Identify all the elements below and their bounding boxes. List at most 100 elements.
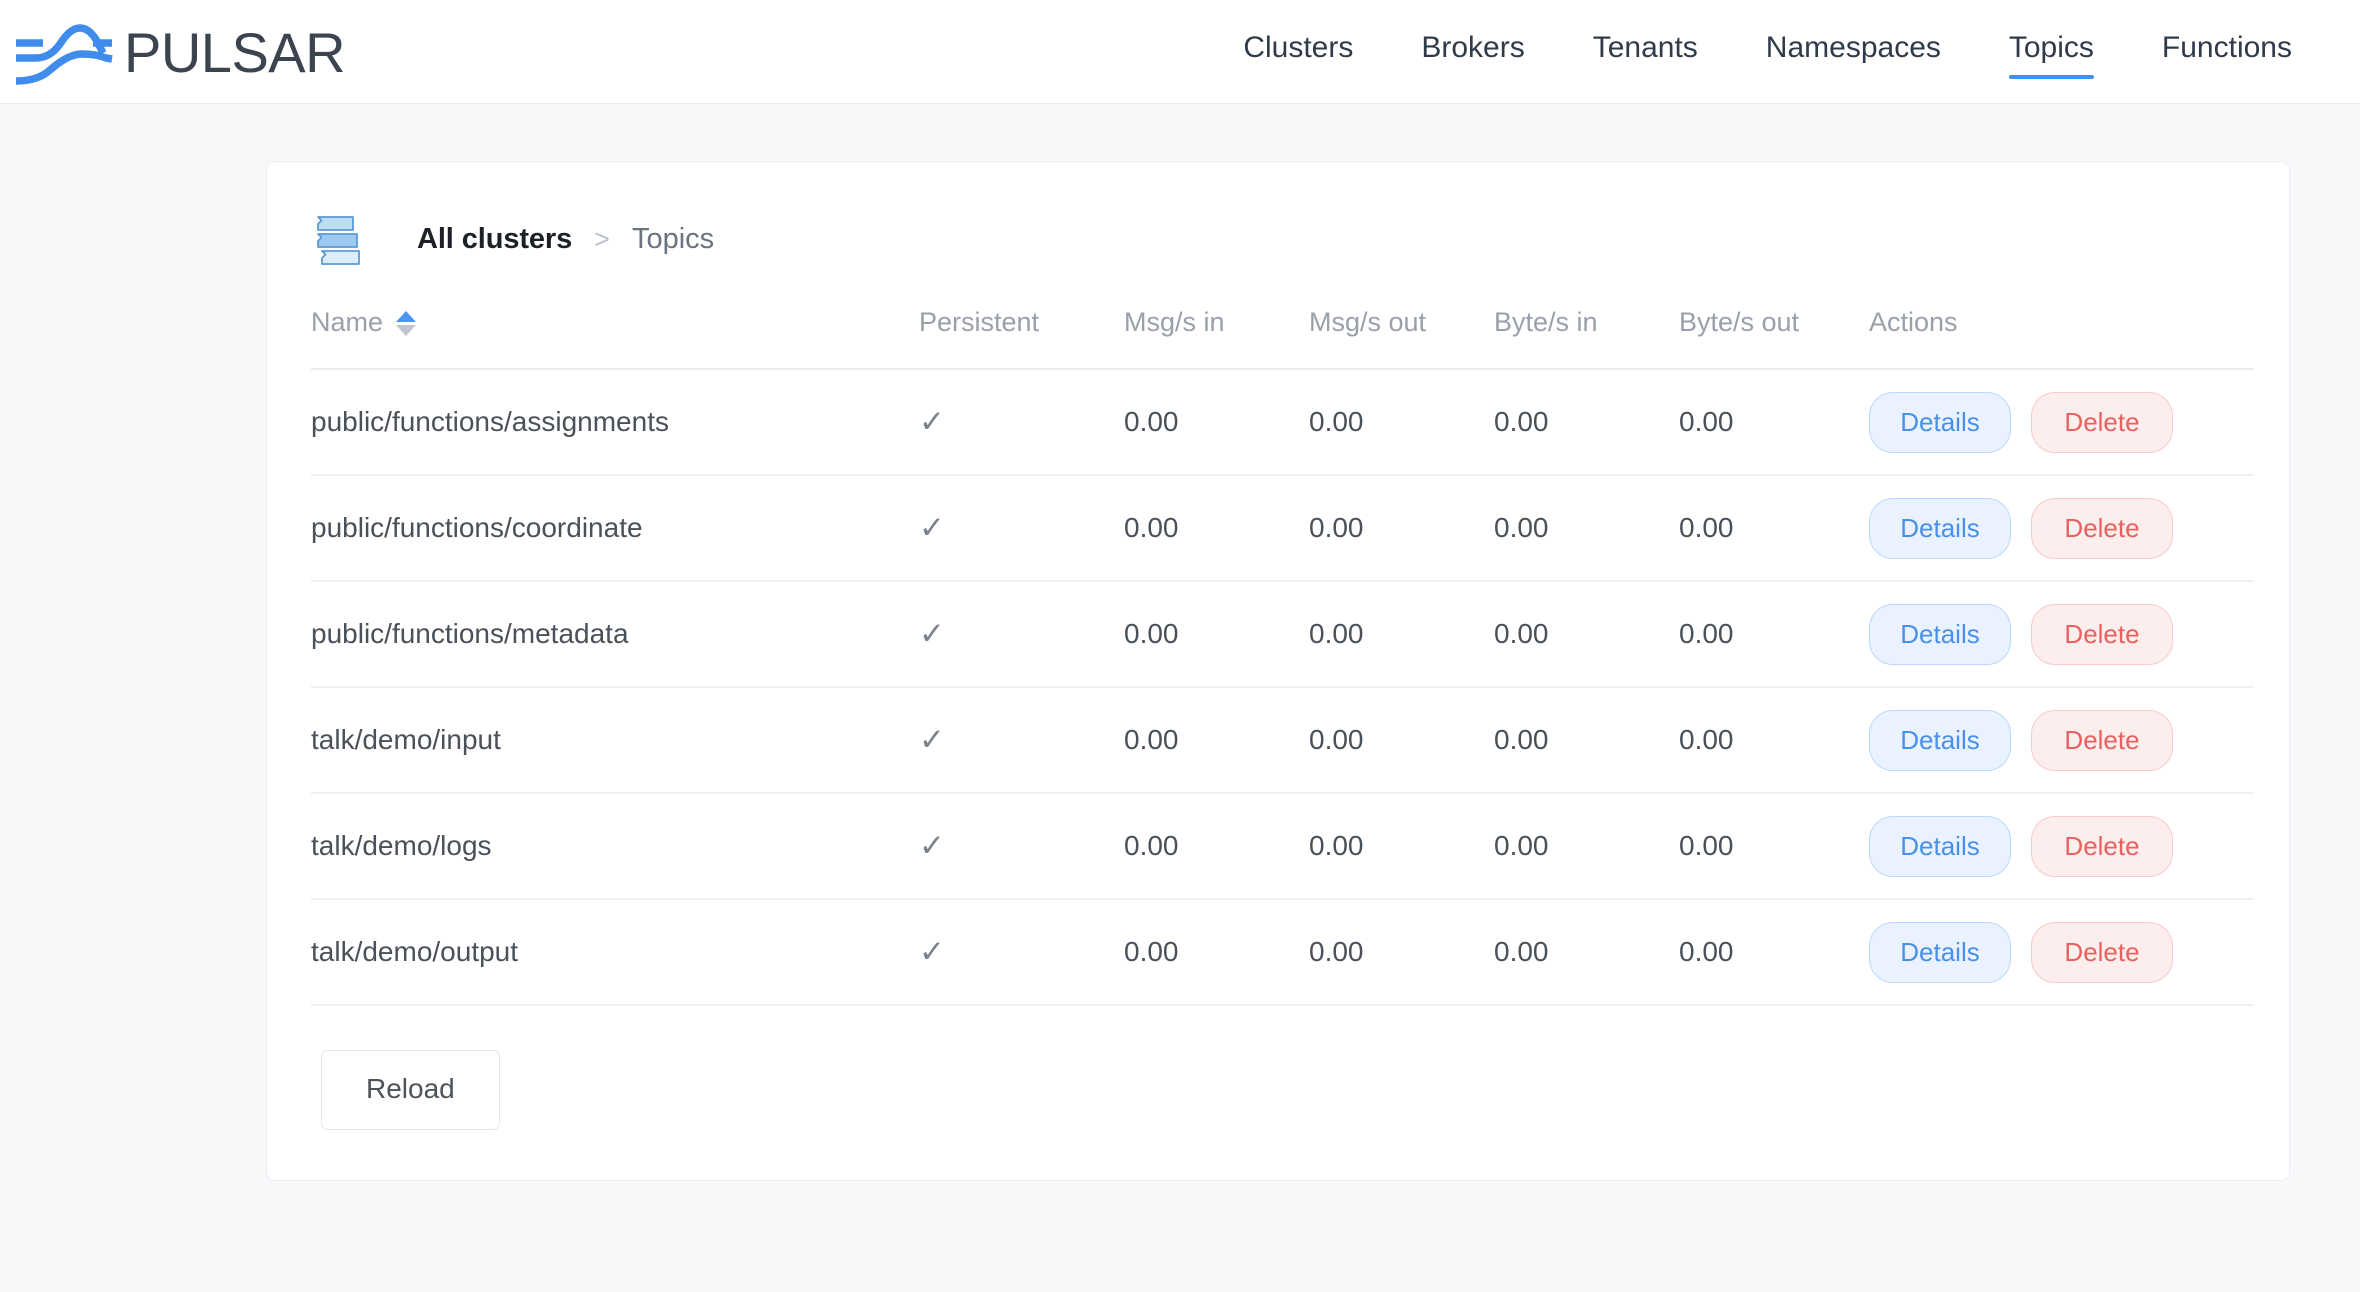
details-button[interactable]: Details xyxy=(1869,604,2011,665)
cell-actions: Details Delete xyxy=(1869,475,2253,581)
column-header-actions: Actions xyxy=(1869,307,2253,369)
details-button[interactable]: Details xyxy=(1869,392,2011,453)
column-header-msg-in: Msg/s in xyxy=(1124,307,1309,369)
cell-actions: Details Delete xyxy=(1869,369,2253,475)
check-icon: ✓ xyxy=(919,616,945,651)
check-icon: ✓ xyxy=(919,722,945,757)
breadcrumb-current: Topics xyxy=(632,223,714,256)
table-body: public/functions/assignments✓0.000.000.0… xyxy=(311,369,2253,1005)
nav-item-brokers[interactable]: Brokers xyxy=(1387,25,1558,79)
cell-msg-in: 0.00 xyxy=(1124,899,1309,1005)
topics-stack-icon xyxy=(313,208,375,270)
cell-msg-in: 0.00 xyxy=(1124,793,1309,899)
cell-topic-name: talk/demo/logs xyxy=(311,793,919,899)
cell-msg-out: 0.00 xyxy=(1309,793,1494,899)
pulsar-wave-logo-icon xyxy=(10,12,118,92)
sort-ascending-icon xyxy=(396,311,416,322)
nav-item-functions[interactable]: Functions xyxy=(2128,25,2326,79)
cell-persistent: ✓ xyxy=(919,475,1124,581)
nav-item-topics[interactable]: Topics xyxy=(1975,25,2128,79)
cell-byte-in: 0.00 xyxy=(1494,687,1679,793)
cell-byte-out: 0.00 xyxy=(1679,793,1869,899)
cell-byte-out: 0.00 xyxy=(1679,581,1869,687)
brand-name: PULSAR xyxy=(124,25,345,81)
cell-msg-out: 0.00 xyxy=(1309,687,1494,793)
cell-persistent: ✓ xyxy=(919,581,1124,687)
check-icon: ✓ xyxy=(919,510,945,545)
cell-msg-out: 0.00 xyxy=(1309,899,1494,1005)
column-header-byte-out: Byte/s out xyxy=(1679,307,1869,369)
cell-msg-in: 0.00 xyxy=(1124,369,1309,475)
column-header-persistent: Persistent xyxy=(919,307,1124,369)
cell-topic-name: talk/demo/output xyxy=(311,899,919,1005)
delete-button[interactable]: Delete xyxy=(2031,710,2173,771)
table-row: public/functions/assignments✓0.000.000.0… xyxy=(311,369,2253,475)
cell-persistent: ✓ xyxy=(919,369,1124,475)
cell-byte-out: 0.00 xyxy=(1679,369,1869,475)
nav-item-namespaces[interactable]: Namespaces xyxy=(1732,25,1975,79)
cell-msg-out: 0.00 xyxy=(1309,369,1494,475)
delete-button[interactable]: Delete xyxy=(2031,604,2173,665)
nav-item-clusters[interactable]: Clusters xyxy=(1209,25,1387,79)
delete-button[interactable]: Delete xyxy=(2031,922,2173,983)
details-button[interactable]: Details xyxy=(1869,922,2011,983)
column-header-byte-in: Byte/s in xyxy=(1494,307,1679,369)
check-icon: ✓ xyxy=(919,934,945,969)
cell-topic-name: public/functions/coordinate xyxy=(311,475,919,581)
details-button[interactable]: Details xyxy=(1869,498,2011,559)
table-header: Name Persistent Msg/s in Msg/s out Byte/… xyxy=(311,307,2253,369)
nav-item-tenants[interactable]: Tenants xyxy=(1559,25,1732,79)
table-row: public/functions/coordinate✓0.000.000.00… xyxy=(311,475,2253,581)
topics-table: Name Persistent Msg/s in Msg/s out Byte/… xyxy=(311,307,2253,1006)
table-row: public/functions/metadata✓0.000.000.000.… xyxy=(311,581,2253,687)
topics-card: All clusters > Topics Name xyxy=(266,161,2290,1181)
cell-byte-out: 0.00 xyxy=(1679,899,1869,1005)
cell-msg-in: 0.00 xyxy=(1124,687,1309,793)
breadcrumb-separator: > xyxy=(594,224,610,255)
sort-arrows-icon[interactable] xyxy=(396,311,416,336)
cell-topic-name: public/functions/metadata xyxy=(311,581,919,687)
breadcrumb: All clusters > Topics xyxy=(311,208,2245,270)
details-button[interactable]: Details xyxy=(1869,816,2011,877)
table-header-row: Name Persistent Msg/s in Msg/s out Byte/… xyxy=(311,307,2253,369)
main-navigation: Clusters Brokers Tenants Namespaces Topi… xyxy=(1209,25,2336,79)
cell-byte-out: 0.00 xyxy=(1679,475,1869,581)
cell-msg-in: 0.00 xyxy=(1124,581,1309,687)
check-icon: ✓ xyxy=(919,828,945,863)
cell-topic-name: talk/demo/input xyxy=(311,687,919,793)
table-row: talk/demo/input✓0.000.000.000.00DetailsD… xyxy=(311,687,2253,793)
cell-topic-name: public/functions/assignments xyxy=(311,369,919,475)
cell-msg-in: 0.00 xyxy=(1124,475,1309,581)
reload-button[interactable]: Reload xyxy=(321,1050,500,1130)
cell-msg-out: 0.00 xyxy=(1309,581,1494,687)
cell-persistent: ✓ xyxy=(919,793,1124,899)
app-header: PULSAR Clusters Brokers Tenants Namespac… xyxy=(0,0,2360,104)
column-header-name-label: Name xyxy=(311,307,383,338)
cell-byte-in: 0.00 xyxy=(1494,369,1679,475)
delete-button[interactable]: Delete xyxy=(2031,498,2173,559)
check-icon: ✓ xyxy=(919,404,945,439)
cell-msg-out: 0.00 xyxy=(1309,475,1494,581)
cell-persistent: ✓ xyxy=(919,899,1124,1005)
cell-actions: Details Delete xyxy=(1869,793,2253,899)
brand[interactable]: PULSAR xyxy=(10,12,345,92)
cell-byte-in: 0.00 xyxy=(1494,581,1679,687)
breadcrumb-root[interactable]: All clusters xyxy=(417,223,572,256)
cell-byte-in: 0.00 xyxy=(1494,793,1679,899)
cell-byte-out: 0.00 xyxy=(1679,687,1869,793)
sort-descending-icon xyxy=(396,325,416,336)
cell-persistent: ✓ xyxy=(919,687,1124,793)
column-header-msg-out: Msg/s out xyxy=(1309,307,1494,369)
details-button[interactable]: Details xyxy=(1869,710,2011,771)
cell-byte-in: 0.00 xyxy=(1494,899,1679,1005)
cell-actions: Details Delete xyxy=(1869,581,2253,687)
cell-actions: Details Delete xyxy=(1869,899,2253,1005)
table-row: talk/demo/logs✓0.000.000.000.00DetailsDe… xyxy=(311,793,2253,899)
cell-byte-in: 0.00 xyxy=(1494,475,1679,581)
page-body: All clusters > Topics Name xyxy=(0,104,2360,1181)
table-footer-actions: Reload xyxy=(311,1006,2245,1130)
column-header-name[interactable]: Name xyxy=(311,307,919,369)
delete-button[interactable]: Delete xyxy=(2031,392,2173,453)
delete-button[interactable]: Delete xyxy=(2031,816,2173,877)
table-row: talk/demo/output✓0.000.000.000.00Details… xyxy=(311,899,2253,1005)
